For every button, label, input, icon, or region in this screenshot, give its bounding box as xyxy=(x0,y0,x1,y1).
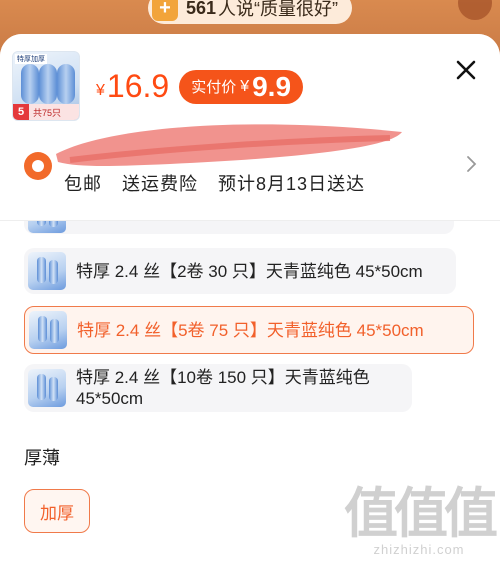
background-avatar xyxy=(458,0,492,20)
shipping-icon xyxy=(24,152,52,180)
shipping-insurance-label: 送运费险 xyxy=(122,174,199,194)
review-text: 人说“质量很好” xyxy=(218,0,339,19)
sku-option[interactable]: 特厚 2.4 丝【2卷 30 只】天青蓝纯色 45*50cm xyxy=(24,248,456,294)
shipping-info[interactable]: 包邮 送运费险 预计8月13日送达 xyxy=(64,170,379,196)
review-summary-pill: + 561 人说“质量很好” xyxy=(148,0,353,24)
thumbnail-roll xyxy=(21,64,39,104)
price-row: ¥ 16.9 实付价 ¥ 9.9 xyxy=(96,68,304,105)
redaction-scribble xyxy=(56,124,402,166)
original-price: 16.9 xyxy=(106,68,170,104)
sku-option-label: 特厚 2.4 丝【10卷 150 只】天青蓝纯色 45*50cm xyxy=(76,368,370,408)
product-thumbnail[interactable]: 特厚加厚 5 共75只 xyxy=(12,51,80,121)
sku-option-image xyxy=(29,311,67,349)
sku-option-label: 特厚 2.4 丝【2卷 30 只】天青蓝纯色 45*50cm xyxy=(76,261,423,281)
thumbnail-roll xyxy=(57,64,75,104)
plus-icon: + xyxy=(152,0,178,21)
thickness-option-button[interactable]: 加厚 xyxy=(24,489,90,533)
sku-option[interactable]: 特厚 2.4 丝【10卷 150 只】天青蓝纯色 45*50cm xyxy=(24,364,412,412)
pay-price-label: 实付价 xyxy=(191,79,237,96)
sku-option-image xyxy=(28,369,66,407)
thumbnail-count: 5 xyxy=(13,104,29,120)
close-icon[interactable] xyxy=(454,58,478,82)
thickness-section-title: 厚薄 xyxy=(24,448,60,468)
pay-price-value: 9.9 xyxy=(252,70,292,102)
thumbnail-roll xyxy=(39,64,57,104)
sku-option-image xyxy=(28,252,66,290)
delivery-eta: 预计8月13日送达 xyxy=(218,174,366,194)
sku-option-selected[interactable]: 特厚 2.4 丝【5卷 75 只】天青蓝纯色 45*50cm xyxy=(24,306,474,354)
review-count: 561 xyxy=(186,0,217,18)
watermark-logo: 值值值 xyxy=(344,482,498,545)
sheet-header: 特厚加厚 5 共75只 ¥ 16.9 实付价 ¥ 9.9 包邮 送运费险 预计8… xyxy=(0,34,500,221)
sku-option-label: 特厚 2.4 丝【5卷 75 只】天青蓝纯色 45*50cm xyxy=(77,320,424,340)
pay-price-badge: 实付价 ¥ 9.9 xyxy=(179,69,304,104)
pay-currency-symbol: ¥ xyxy=(240,77,250,95)
site-watermark: 值值值 zhizhizhi.com xyxy=(344,482,498,566)
chevron-right-icon[interactable] xyxy=(466,154,478,174)
thumbnail-brand-tag: 特厚加厚 xyxy=(15,54,47,64)
free-shipping-label: 包邮 xyxy=(64,174,102,194)
currency-symbol: ¥ xyxy=(96,81,105,99)
